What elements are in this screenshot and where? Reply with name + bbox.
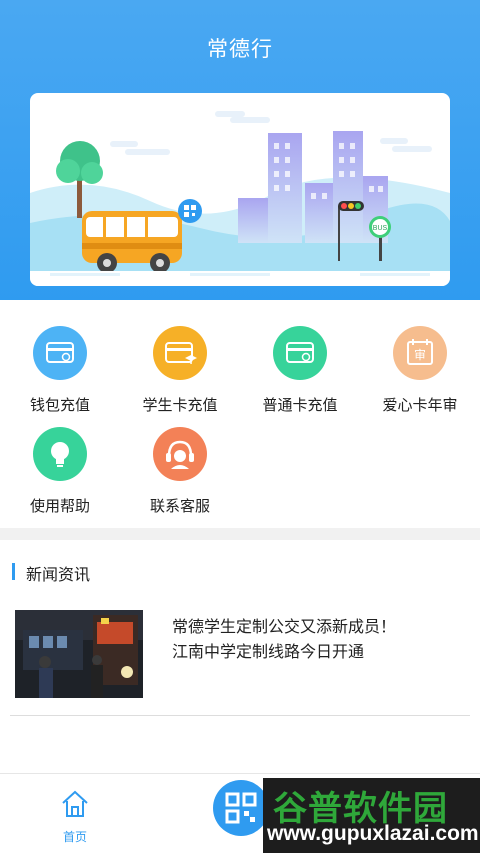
regular-card-recharge-label: 普通卡充值 <box>262 397 338 414</box>
lightbulb-icon <box>33 427 87 481</box>
student-card-icon <box>153 326 207 380</box>
annual-review-icon: 审 <box>393 326 447 380</box>
wallet-card-icon <box>33 326 87 380</box>
love-card-annual-review-item[interactable]: 审 爱心卡年审 <box>360 300 480 414</box>
building-icon <box>238 131 388 243</box>
customer-service-icon <box>153 427 207 481</box>
wallet-recharge-item[interactable]: 钱包充值 <box>0 300 120 414</box>
qr-bubble-icon <box>178 199 202 223</box>
home-icon <box>62 790 88 817</box>
news-section-title: 新闻资讯 <box>26 567 91 584</box>
city-bus-illustration: BUS <box>30 111 450 286</box>
regular-card-recharge-item[interactable]: 普通卡充值 <box>240 300 360 414</box>
app-title: 常德行 <box>207 38 273 61</box>
section-divider <box>0 528 480 540</box>
app-header: 常德行 BUS <box>0 0 480 300</box>
qr-scan-icon <box>225 792 257 824</box>
tab-home-label: 首页 <box>62 830 87 844</box>
banner-illustration[interactable]: BUS <box>30 93 450 286</box>
help-label: 使用帮助 <box>29 498 90 515</box>
qr-scan-button[interactable] <box>213 780 269 836</box>
news-list-item[interactable]: 常德学生定制公交又添新成员！ 江南中学定制线路今日开通 <box>0 600 480 715</box>
regular-card-icon <box>273 326 327 380</box>
news-headline-line1: 常德学生定制公交又添新成员！ <box>172 619 397 636</box>
news-section-header: 新闻资讯 <box>0 540 480 600</box>
section-accent-bar <box>12 563 15 580</box>
news-thumbnail <box>15 610 143 698</box>
svg-text:审: 审 <box>414 347 426 362</box>
student-card-recharge-item[interactable]: 学生卡充值 <box>120 300 240 414</box>
service-grid: 钱包充值 学生卡充值 普通卡充值 审 爱心卡年审 使用帮助 联系客服 <box>0 300 480 530</box>
tab-home[interactable]: 首页 <box>40 786 110 846</box>
watermark-overlay: 谷普软件园 www.gupuxlazai.com <box>263 778 480 853</box>
customer-service-label: 联系客服 <box>149 498 210 515</box>
watermark-url: www.gupuxlazai.com <box>267 822 479 845</box>
svg-text:BUS: BUS <box>373 225 388 232</box>
news-headline-line2: 江南中学定制线路今日开通 <box>172 644 365 661</box>
news-separator <box>10 715 470 716</box>
news-headline[interactable]: 常德学生定制公交又添新成员！ 江南中学定制线路今日开通 <box>172 615 462 665</box>
love-card-annual-review-label: 爱心卡年审 <box>382 397 458 414</box>
help-item[interactable]: 使用帮助 <box>0 401 120 515</box>
customer-service-item[interactable]: 联系客服 <box>120 401 240 515</box>
